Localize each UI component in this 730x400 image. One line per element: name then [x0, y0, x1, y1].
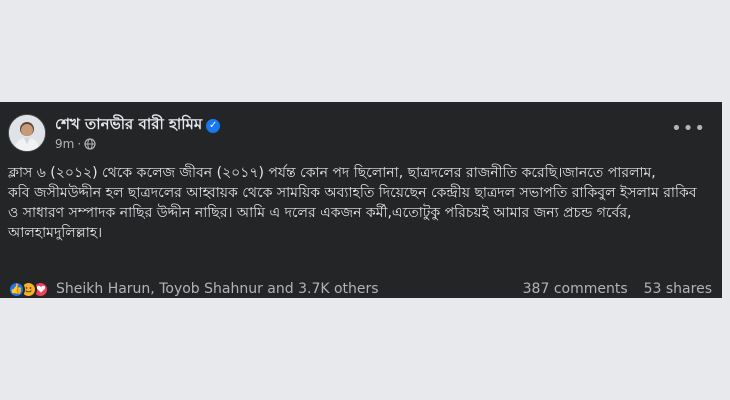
- post-meta: 9m ·: [55, 137, 96, 153]
- shares-count[interactable]: 53 shares: [644, 281, 712, 297]
- globe-icon: [84, 138, 96, 153]
- post-body-line-1: ক্লাস ৬ (২০১২) থেকে কলেজ জীবন (২০১৭) পর্…: [8, 165, 656, 181]
- reaction-names[interactable]: Sheikh Harun, Toyob Shahnur and 3.7K oth…: [56, 281, 379, 297]
- comments-count[interactable]: 387 comments: [523, 281, 628, 297]
- facebook-post-card: শেখ তানভীর বারী হামিম ✓ 9m · ••• ক্লাস ৬ (…: [0, 102, 722, 298]
- verified-badge-icon: ✓: [206, 119, 221, 133]
- author-avatar[interactable]: [8, 114, 46, 152]
- engagement-counts: 387 comments 53 shares: [523, 281, 712, 297]
- like-icon: 👍: [8, 280, 25, 298]
- post-time[interactable]: 9m: [55, 137, 74, 151]
- more-horizontal-icon[interactable]: •••: [671, 120, 706, 138]
- meta-separator: ·: [77, 137, 82, 151]
- reactions-summary[interactable]: 👍 Sheikh Harun, Toyob Shahnur and 3.7K o…: [8, 279, 379, 299]
- author-name-row: শেখ তানভীর বারী হামিম ✓: [55, 113, 221, 138]
- post-body: ক্লাস ৬ (২০১২) থেকে কলেজ জীবন (২০১৭) পর্…: [8, 163, 708, 243]
- author-name[interactable]: শেখ তানভীর বারী হামিম: [55, 115, 202, 133]
- post-body-line-2: কবি জসীমউদ্দীন হল ছাত্রদলের আহ্বায়ক থেক…: [8, 185, 697, 241]
- avatar-image: [9, 115, 45, 151]
